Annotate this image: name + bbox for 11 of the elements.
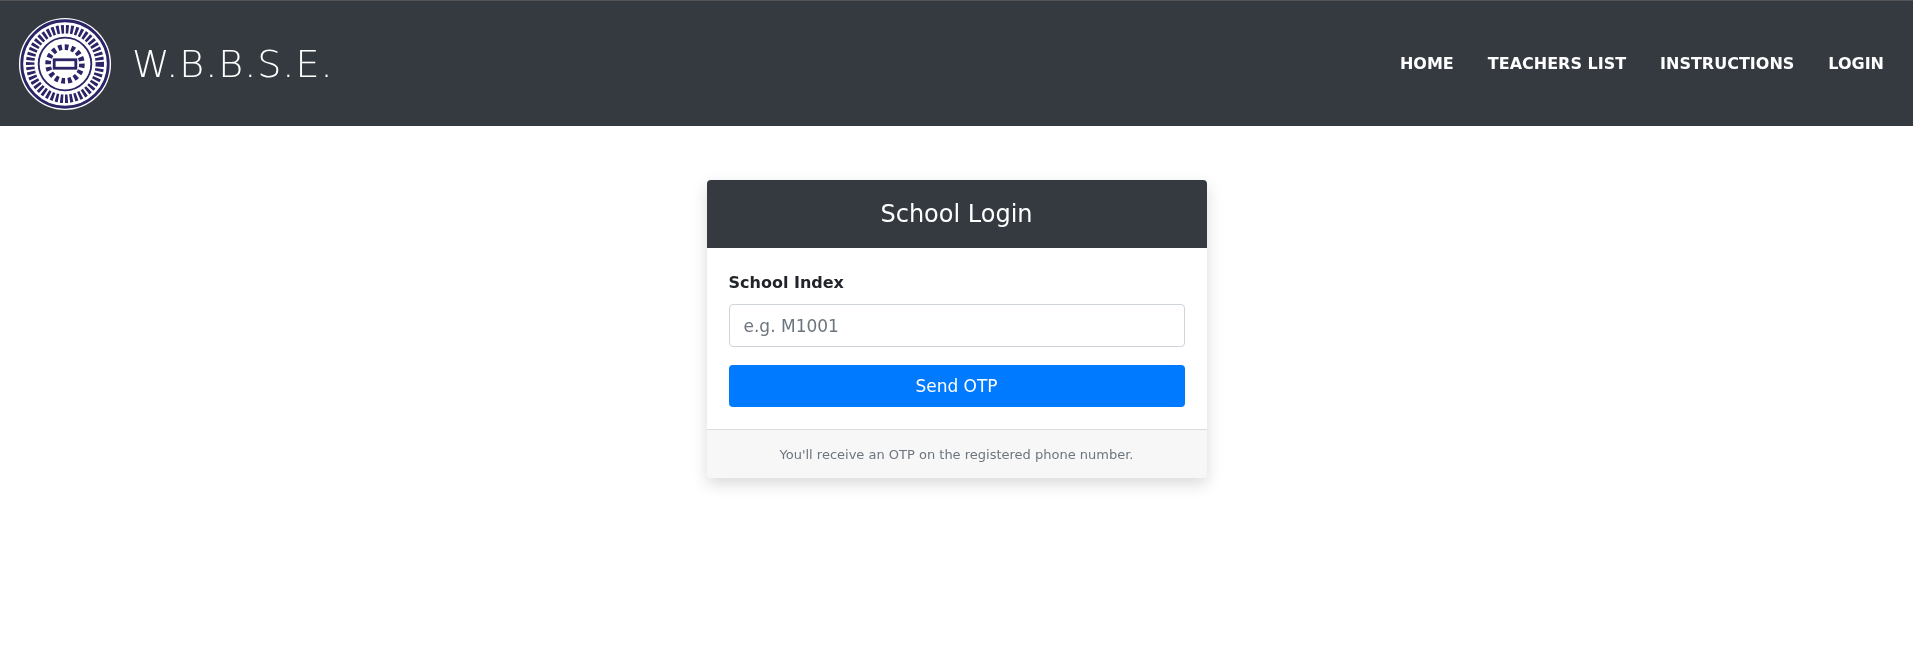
card-title: School Login	[880, 200, 1033, 228]
emblem-icon	[18, 16, 112, 111]
nav-link[interactable]: LOGIN	[1828, 54, 1884, 73]
brand-name[interactable]: W.B.B.S.E.	[132, 41, 334, 86]
nav-link[interactable]: INSTRUCTIONS	[1660, 54, 1795, 73]
school-index-field[interactable]: e.g. M1001	[728, 304, 1185, 347]
nav-link[interactable]: TEACHERS LIST	[1487, 54, 1627, 73]
footer-note: You'll receive an OTP on the registered phone number.	[779, 446, 1134, 462]
nav-link[interactable]: HOME	[1399, 54, 1454, 73]
field-label: School Index	[728, 273, 845, 292]
send-otp-button[interactable]: Send OTP	[728, 365, 1185, 407]
